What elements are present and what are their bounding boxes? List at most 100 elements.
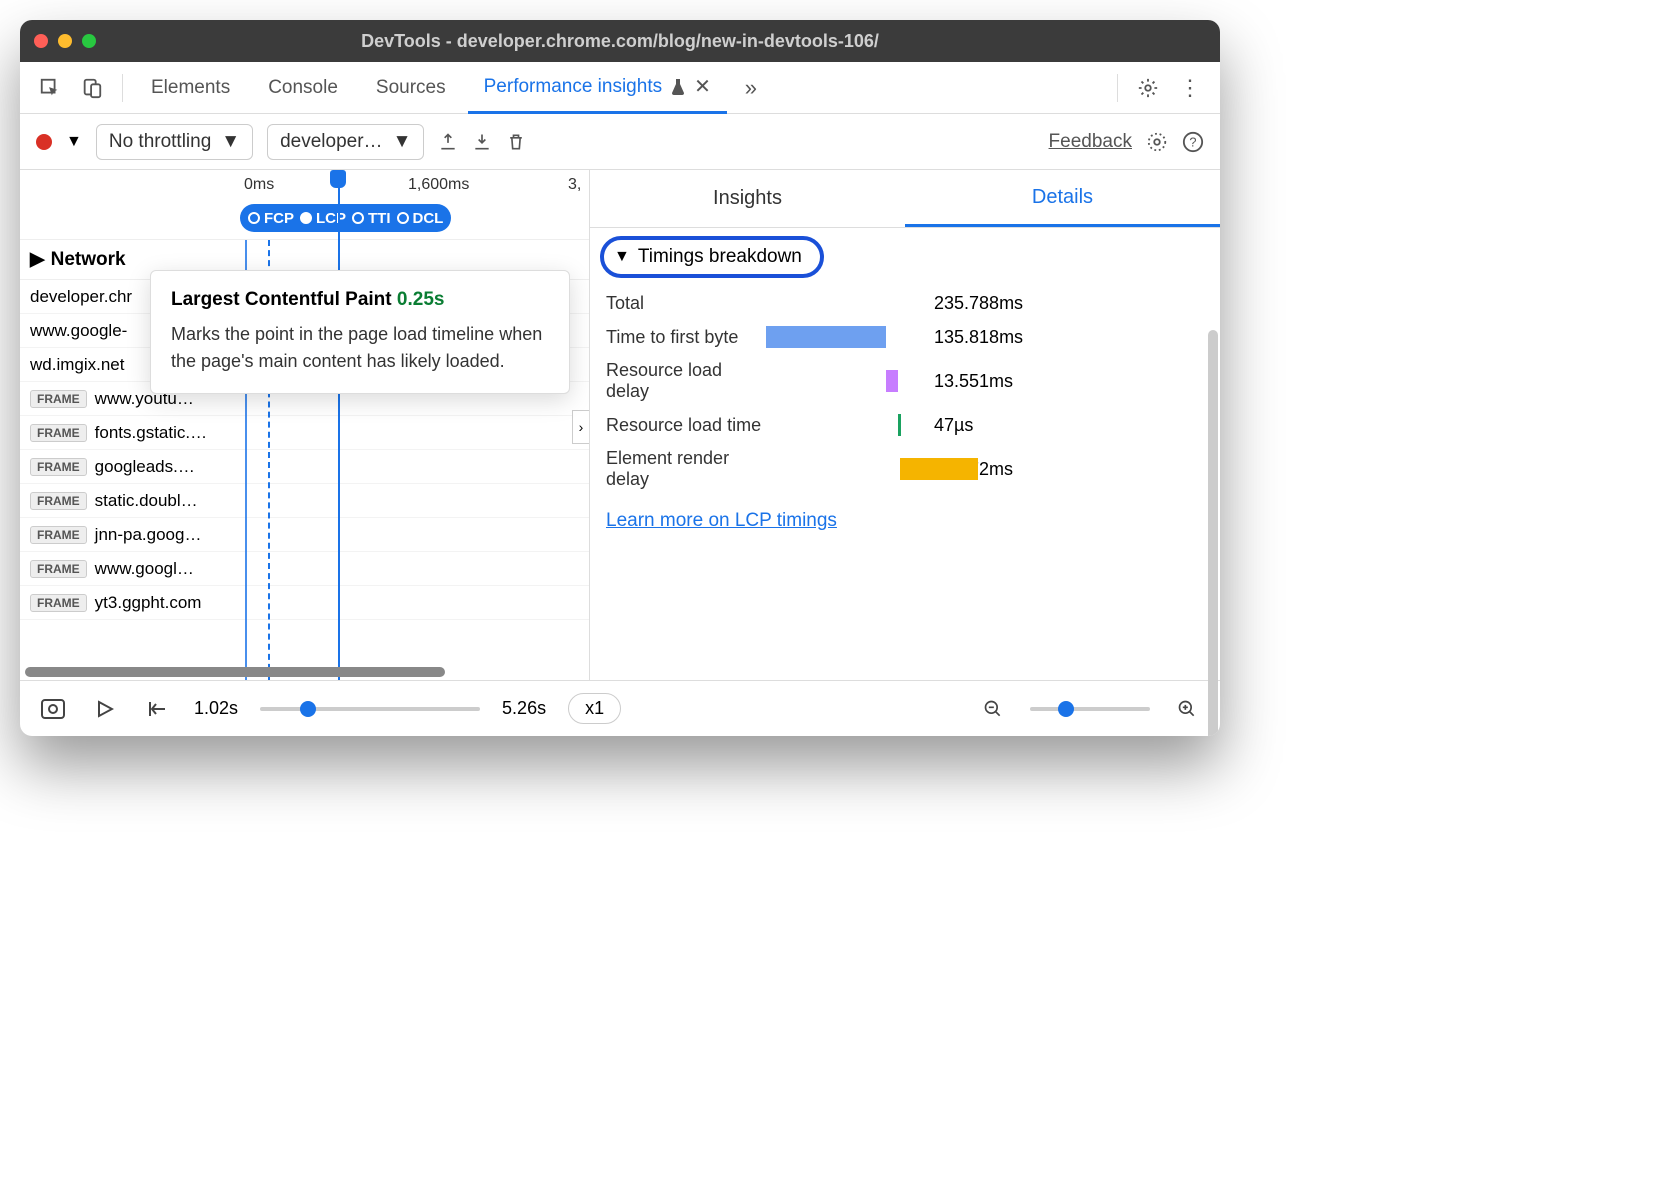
devtools-tabbar: Elements Console Sources Performance ins… bbox=[20, 62, 1220, 114]
marker-fcp[interactable]: FCP bbox=[248, 210, 294, 227]
timing-row: Time to first byte135.818ms bbox=[590, 320, 1220, 354]
timing-bar-area bbox=[766, 326, 926, 348]
frame-badge: FRAME bbox=[30, 390, 87, 408]
expand-icon: ▶ bbox=[30, 248, 45, 271]
tab-details[interactable]: Details bbox=[905, 170, 1220, 227]
details-panel: Insights Details ▼ Timings breakdown Tot… bbox=[590, 170, 1220, 680]
frame-badge: FRAME bbox=[30, 526, 87, 544]
network-row[interactable]: FRAME fonts.gstatic.… bbox=[20, 416, 589, 450]
svg-text:?: ? bbox=[1189, 134, 1196, 149]
tooltip-title: Largest Contentful Paint bbox=[171, 289, 392, 310]
network-host: www.googl… bbox=[95, 559, 194, 579]
timing-markers-pill: FCP LCP TTI DCL bbox=[240, 204, 451, 232]
record-button[interactable] bbox=[36, 134, 52, 150]
timing-row: Resource load delay 13.551ms bbox=[590, 354, 1220, 408]
play-button[interactable] bbox=[90, 694, 120, 724]
record-icon bbox=[36, 134, 52, 150]
tab-insights[interactable]: Insights bbox=[590, 170, 905, 227]
timeline-panel: 0ms 1,600ms 3, FCP LCP TTI DCL ▶ Network… bbox=[20, 170, 590, 680]
window-title: DevTools - developer.chrome.com/blog/new… bbox=[20, 31, 1220, 52]
export-icon[interactable] bbox=[438, 132, 458, 152]
feedback-link[interactable]: Feedback bbox=[1049, 131, 1132, 153]
throttling-dropdown[interactable]: No throttling▼ bbox=[96, 124, 253, 160]
tooltip-value: 0.25s bbox=[397, 289, 445, 310]
marker-tti[interactable]: TTI bbox=[352, 210, 391, 227]
kebab-menu-icon[interactable]: ⋮ bbox=[1172, 70, 1208, 106]
end-time: 5.26s bbox=[502, 698, 546, 719]
expand-panel-button[interactable]: › bbox=[572, 410, 590, 444]
flask-icon bbox=[670, 78, 686, 96]
marker-dcl[interactable]: DCL bbox=[397, 210, 444, 227]
preview-icon[interactable] bbox=[38, 694, 68, 724]
speed-selector[interactable]: x1 bbox=[568, 693, 621, 724]
timing-label: Total bbox=[606, 293, 766, 314]
network-row[interactable]: FRAME jnn-pa.goog… bbox=[20, 518, 589, 552]
vertical-scrollbar[interactable] bbox=[1208, 330, 1218, 736]
lcp-tooltip: Largest Contentful Paint 0.25s Marks the… bbox=[150, 270, 570, 394]
zoom-slider[interactable] bbox=[1030, 707, 1150, 711]
seek-slider[interactable] bbox=[260, 707, 480, 711]
timing-value: 135.818ms bbox=[934, 327, 1023, 348]
network-row[interactable]: FRAME googleads.… bbox=[20, 450, 589, 484]
zoom-out-button[interactable] bbox=[978, 694, 1008, 724]
horizontal-scrollbar[interactable] bbox=[25, 667, 445, 677]
learn-more-link[interactable]: Learn more on LCP timings bbox=[590, 496, 1220, 546]
collapse-icon: ▼ bbox=[614, 248, 630, 266]
timings-breakdown-header[interactable]: ▼ Timings breakdown bbox=[600, 236, 824, 278]
timing-label: Resource load delay bbox=[606, 360, 766, 402]
frame-badge: FRAME bbox=[30, 560, 87, 578]
record-dropdown-icon[interactable]: ▼ bbox=[66, 133, 82, 151]
import-icon[interactable] bbox=[472, 132, 492, 152]
timing-value: 13.551ms bbox=[934, 371, 1013, 392]
timing-row: Resource load time47µs bbox=[590, 408, 1220, 442]
close-window-button[interactable] bbox=[34, 34, 48, 48]
timing-label: Resource load time bbox=[606, 415, 766, 436]
more-tabs-icon[interactable]: » bbox=[733, 70, 769, 106]
frame-badge: FRAME bbox=[30, 424, 87, 442]
performance-toolbar: ▼ No throttling▼ developer…▼ Feedback ? bbox=[20, 114, 1220, 170]
timing-label: Element render delay bbox=[606, 448, 766, 490]
maximize-window-button[interactable] bbox=[82, 34, 96, 48]
network-host: fonts.gstatic.… bbox=[95, 423, 207, 443]
network-row[interactable]: FRAMEstatic.doubl… bbox=[20, 484, 589, 518]
tab-elements[interactable]: Elements bbox=[135, 62, 246, 114]
timing-bar bbox=[898, 414, 901, 436]
current-time: 1.02s bbox=[194, 698, 238, 719]
network-row[interactable]: FRAME www.googl… bbox=[20, 552, 589, 586]
network-row[interactable]: FRAMEyt3.ggpht.com bbox=[20, 586, 589, 620]
timeline-ruler[interactable]: 0ms 1,600ms 3, FCP LCP TTI DCL bbox=[20, 170, 589, 240]
close-tab-icon[interactable]: ✕ bbox=[694, 74, 711, 99]
device-toggle-icon[interactable] bbox=[74, 70, 110, 106]
timing-bar-area bbox=[766, 458, 926, 480]
timing-bar bbox=[886, 370, 898, 392]
inspect-icon[interactable] bbox=[32, 70, 68, 106]
timing-bar-area bbox=[766, 370, 926, 392]
network-host: yt3.ggpht.com bbox=[95, 593, 202, 613]
panel-settings-icon[interactable] bbox=[1146, 131, 1168, 153]
tooltip-body: Marks the point in the page load timelin… bbox=[171, 321, 549, 375]
rewind-button[interactable] bbox=[142, 694, 172, 724]
timing-bar-area bbox=[766, 414, 926, 436]
network-host: developer.chr bbox=[30, 287, 132, 307]
tab-console[interactable]: Console bbox=[252, 62, 354, 114]
settings-icon[interactable] bbox=[1130, 70, 1166, 106]
timing-row: Element render delay86.372ms bbox=[590, 442, 1220, 496]
timing-row: Total235.788ms bbox=[590, 286, 1220, 320]
tab-performance-insights[interactable]: Performance insights ✕ bbox=[468, 62, 727, 114]
network-host: googleads.… bbox=[95, 457, 195, 477]
network-host: static.doubl… bbox=[95, 491, 198, 511]
minimize-window-button[interactable] bbox=[58, 34, 72, 48]
window-titlebar: DevTools - developer.chrome.com/blog/new… bbox=[20, 20, 1220, 62]
playback-footcontroer: 1.02s 5.26s x1 bbox=[20, 680, 1220, 736]
network-host: www.google- bbox=[30, 321, 127, 341]
network-host: jnn-pa.goog… bbox=[95, 525, 202, 545]
timing-bar bbox=[900, 458, 978, 480]
page-dropdown[interactable]: developer…▼ bbox=[267, 124, 424, 160]
help-icon[interactable]: ? bbox=[1182, 131, 1204, 153]
tab-sources[interactable]: Sources bbox=[360, 62, 462, 114]
delete-icon[interactable] bbox=[506, 132, 526, 152]
frame-badge: FRAME bbox=[30, 458, 87, 476]
zoom-in-button[interactable] bbox=[1172, 694, 1202, 724]
network-host: wd.imgix.net bbox=[30, 355, 124, 375]
timing-bar-area bbox=[766, 292, 926, 314]
